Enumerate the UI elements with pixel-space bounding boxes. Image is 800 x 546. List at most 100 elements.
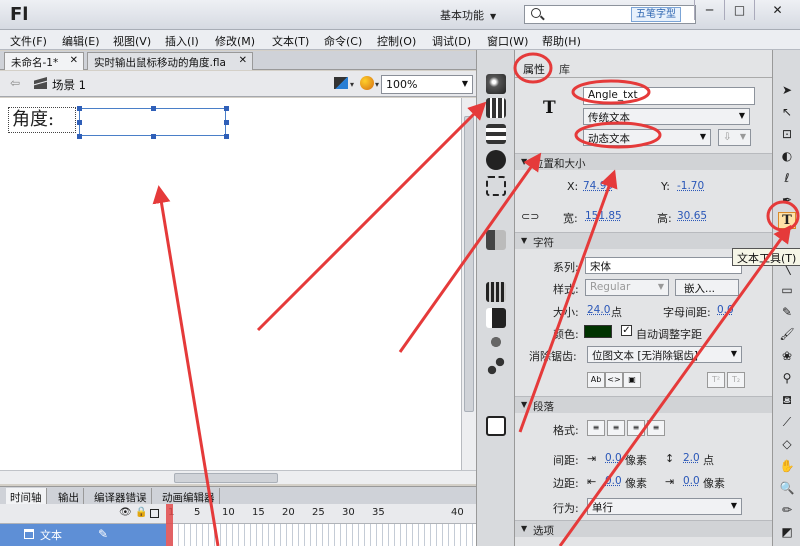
- eraser-tool-icon[interactable]: ◇: [778, 436, 796, 453]
- layer-name[interactable]: 文本: [40, 527, 62, 543]
- minimize-button[interactable]: ─: [694, 0, 724, 20]
- selectable-icon[interactable]: Ab: [587, 372, 605, 388]
- stroke-color-icon[interactable]: ✏: [778, 502, 796, 519]
- search-input[interactable]: 五笔字型: [524, 5, 696, 24]
- subscript-icon[interactable]: T₂: [727, 372, 745, 388]
- text-type-select[interactable]: 动态文本 ▼: [583, 129, 711, 146]
- selection-tool-icon[interactable]: ➤: [778, 82, 796, 99]
- hand-tool-icon[interactable]: ✋: [778, 458, 796, 475]
- width-value[interactable]: 151.85: [585, 210, 622, 222]
- menu-modify[interactable]: 修改(M): [215, 33, 255, 49]
- menu-text[interactable]: 文本(T): [272, 33, 309, 49]
- link-icon[interactable]: ⊂⊃: [521, 210, 539, 223]
- eyedropper-icon[interactable]: ⟋: [778, 414, 796, 431]
- resize-handle[interactable]: [224, 134, 229, 139]
- text-tool-icon[interactable]: T: [778, 212, 796, 229]
- project-icon[interactable]: [486, 356, 506, 376]
- anti-alias-select[interactable]: 位图文本 [无消除锯齿] ▼: [587, 346, 742, 363]
- indent-value[interactable]: 0.0: [605, 452, 622, 464]
- 3d-rotation-icon[interactable]: ◐: [778, 148, 796, 165]
- close-button[interactable]: ✕: [754, 0, 800, 20]
- font-style-select[interactable]: Regular ▼: [585, 279, 669, 296]
- menu-view[interactable]: 视图(V): [113, 33, 151, 49]
- section-position-size[interactable]: ▼ 位置和大小: [515, 153, 773, 170]
- behavior-select[interactable]: 单行 ▼: [587, 498, 742, 515]
- tab-angle-fla[interactable]: 实时输出鼠标移动的角度.fla ✕: [87, 52, 253, 70]
- brush-tool-icon[interactable]: 🖌: [778, 326, 796, 343]
- tab-library[interactable]: 库: [559, 61, 570, 77]
- deco-tool-icon[interactable]: ❀: [778, 348, 796, 365]
- tab-untitled[interactable]: 未命名-1* ✕: [4, 52, 84, 70]
- paint-bucket-icon[interactable]: ⛾: [778, 392, 796, 409]
- swatches-icon[interactable]: [486, 98, 506, 118]
- menu-commands[interactable]: 命令(C): [324, 33, 362, 49]
- lock-icon[interactable]: 🔒: [135, 507, 147, 518]
- align-center-icon[interactable]: ≡: [607, 420, 625, 436]
- section-paragraph[interactable]: ▼ 段落: [515, 396, 773, 413]
- resize-handle[interactable]: [151, 134, 156, 139]
- fill-color-icon[interactable]: ◩: [778, 524, 796, 541]
- section-options[interactable]: ▼ 选项: [515, 520, 773, 537]
- motion-presets-icon[interactable]: [486, 230, 506, 250]
- font-family-select[interactable]: 宋体: [585, 257, 742, 274]
- history-icon[interactable]: [486, 416, 506, 436]
- code-snippets-icon[interactable]: [486, 308, 506, 328]
- playhead[interactable]: [166, 504, 173, 546]
- y-value[interactable]: -1.70: [677, 180, 704, 192]
- lasso-tool-icon[interactable]: ℓ: [778, 170, 796, 187]
- components-icon[interactable]: [486, 332, 506, 352]
- rectangle-tool-icon[interactable]: ▭: [778, 282, 796, 299]
- render-html-icon[interactable]: <>: [605, 372, 623, 388]
- chevron-down-icon[interactable]: ▾: [350, 80, 354, 89]
- line-spacing-value[interactable]: 2.0: [683, 452, 700, 464]
- right-margin-value[interactable]: 0.0: [683, 475, 700, 487]
- bone-tool-icon[interactable]: ⚲: [778, 370, 796, 387]
- menu-control[interactable]: 控制(O): [377, 33, 416, 49]
- scrollbar-thumb[interactable]: [464, 116, 474, 412]
- pen-tool-icon[interactable]: ✒: [778, 192, 796, 209]
- color-panel-icon[interactable]: [486, 74, 506, 94]
- subselection-tool-icon[interactable]: ↖: [778, 104, 796, 121]
- align-left-icon[interactable]: ≡: [587, 420, 605, 436]
- info-icon[interactable]: [486, 150, 506, 170]
- menu-insert[interactable]: 插入(I): [165, 33, 199, 49]
- menu-file[interactable]: 文件(F): [10, 33, 47, 49]
- frame-cells[interactable]: [173, 524, 476, 546]
- close-icon[interactable]: ✕: [70, 55, 78, 66]
- align-justify-icon[interactable]: ≡: [647, 420, 665, 436]
- text-engine-select[interactable]: 传统文本 ▼: [583, 108, 750, 125]
- border-icon[interactable]: ▣: [623, 372, 641, 388]
- superscript-icon[interactable]: T²: [707, 372, 725, 388]
- instance-name-input[interactable]: Angle_txt: [583, 87, 755, 105]
- layer-selection[interactable]: 文本 ✎: [0, 524, 166, 546]
- close-icon[interactable]: ✕: [239, 55, 247, 66]
- workspace-switcher[interactable]: 基本功能 ▼: [440, 7, 496, 23]
- tab-properties[interactable]: 属性: [523, 61, 545, 77]
- letter-spacing-value[interactable]: 0.0: [717, 304, 734, 316]
- resize-handle[interactable]: [151, 106, 156, 111]
- align-icon[interactable]: [486, 124, 506, 144]
- x-value[interactable]: 74.95: [583, 180, 613, 192]
- zoom-select[interactable]: 100% ▼: [381, 75, 473, 94]
- scrollbar-thumb[interactable]: [174, 473, 278, 483]
- outline-icon[interactable]: [150, 509, 159, 518]
- menu-window[interactable]: 窗口(W): [487, 33, 528, 49]
- menu-edit[interactable]: 编辑(E): [62, 33, 100, 49]
- text-color-swatch[interactable]: [584, 325, 612, 338]
- horizontal-scrollbar[interactable]: [0, 470, 476, 484]
- height-value[interactable]: 30.65: [677, 210, 707, 222]
- left-margin-value[interactable]: 0.0: [605, 475, 622, 487]
- stage-canvas[interactable]: 角度:: [0, 98, 462, 470]
- autokern-checkbox[interactable]: ✓: [621, 325, 632, 336]
- transform-icon[interactable]: [486, 176, 506, 196]
- maximize-button[interactable]: □: [724, 0, 754, 20]
- eye-icon[interactable]: 👁: [119, 507, 132, 518]
- resize-handle[interactable]: [77, 120, 82, 125]
- resize-handle[interactable]: [77, 106, 82, 111]
- resize-handle[interactable]: [77, 134, 82, 139]
- size-value[interactable]: 24.0: [587, 304, 610, 316]
- vertical-scrollbar[interactable]: [462, 98, 476, 470]
- menu-help[interactable]: 帮助(H): [542, 33, 581, 49]
- dynamic-text-field[interactable]: [77, 106, 229, 139]
- back-arrow-icon[interactable]: ⇦: [10, 76, 20, 90]
